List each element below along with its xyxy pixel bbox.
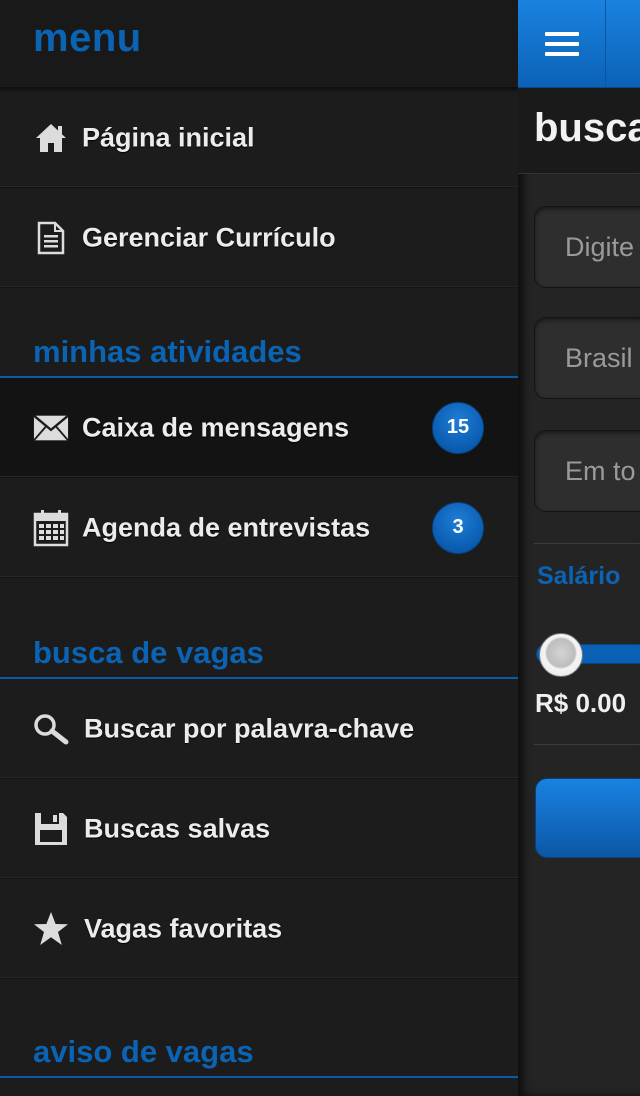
- salary-label: Salário: [537, 562, 621, 590]
- hamburger-line: [544, 32, 579, 36]
- menu-item-favorite-jobs[interactable]: Vagas favoritas: [0, 879, 518, 979]
- top-bar: [518, 0, 640, 88]
- side-drawer: menu Página inicial Gerenciar Currículo …: [0, 0, 518, 1096]
- area-select[interactable]: Em to: [534, 430, 640, 512]
- search-page: busca Digite Brasil Em to Salário R$ 0.0…: [518, 0, 640, 1096]
- menu-item-interview-schedule[interactable]: Agenda de entrevistas 3: [0, 478, 518, 578]
- menu-item-saved-searches[interactable]: Buscas salvas: [0, 779, 518, 879]
- interview-count-badge: 3: [432, 501, 484, 554]
- section-header-job-search: busca de vagas: [0, 578, 518, 679]
- menu-item-home[interactable]: Página inicial: [0, 88, 518, 188]
- menu-item-label: Buscar por palavra-chave: [84, 713, 415, 743]
- hamburger-line: [544, 52, 579, 56]
- search-button[interactable]: [535, 778, 640, 858]
- drawer-title: menu: [33, 16, 142, 60]
- message-count-badge: 15: [432, 401, 484, 454]
- drawer-header: menu: [0, 0, 518, 88]
- menu-item-keyword-search[interactable]: Buscar por palavra-chave: [0, 679, 518, 779]
- menu-item-label: Buscas salvas: [84, 813, 271, 843]
- section-header-job-alerts: aviso de vagas: [0, 979, 518, 1078]
- salary-slider-handle[interactable]: [539, 633, 583, 677]
- page-title: busca: [534, 106, 640, 150]
- document-icon: [33, 220, 69, 256]
- calendar-icon: [33, 509, 69, 546]
- envelope-icon: [33, 410, 69, 446]
- section-title: busca de vagas: [33, 635, 264, 670]
- menu-item-manage-resume[interactable]: Gerenciar Currículo: [0, 188, 518, 288]
- save-icon: [33, 811, 69, 847]
- location-input[interactable]: Brasil: [534, 317, 640, 399]
- search-icon: [33, 711, 69, 747]
- page-title-bar: busca: [518, 88, 640, 174]
- menu-item-label: Agenda de entrevistas: [82, 512, 371, 542]
- section-title: aviso de vagas: [33, 1034, 254, 1069]
- home-icon: [33, 120, 69, 156]
- star-icon: [33, 911, 69, 947]
- section-title: minhas atividades: [33, 334, 302, 369]
- hamburger-line: [544, 42, 579, 46]
- menu-item-label: Página inicial: [82, 122, 255, 152]
- section-header-activities: minhas atividades: [0, 288, 518, 378]
- menu-toggle-button[interactable]: [518, 0, 606, 88]
- menu-item-inbox[interactable]: Caixa de mensagens 15: [0, 378, 518, 478]
- menu-item-label: Vagas favoritas: [84, 913, 283, 943]
- salary-value: R$ 0.00: [535, 688, 627, 718]
- keyword-input[interactable]: Digite: [534, 206, 640, 288]
- menu-item-label: Caixa de mensagens: [82, 412, 350, 442]
- menu-item-label: Gerenciar Currículo: [82, 222, 336, 252]
- divider: [534, 543, 640, 544]
- divider: [534, 744, 640, 745]
